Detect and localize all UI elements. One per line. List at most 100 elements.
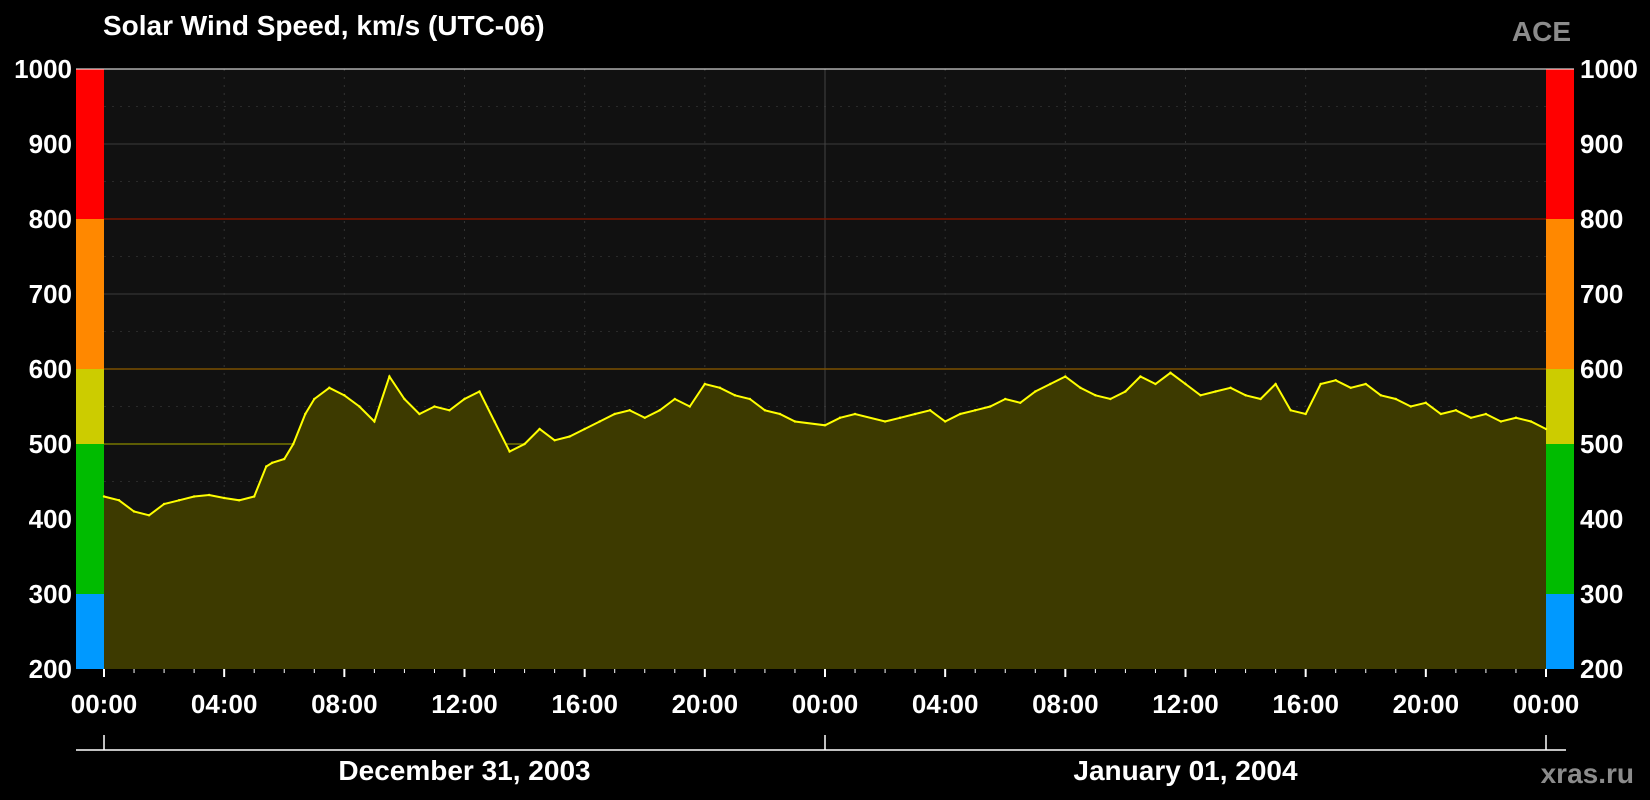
x-tick-label: 12:00 bbox=[1152, 689, 1219, 719]
data-point bbox=[177, 499, 181, 502]
data-point bbox=[1484, 412, 1488, 416]
y-tick-label-right: 600 bbox=[1580, 354, 1623, 384]
data-point bbox=[763, 409, 767, 412]
data-point bbox=[1334, 379, 1337, 382]
data-point bbox=[898, 416, 902, 419]
y-tick-label-left: 500 bbox=[29, 429, 72, 459]
data-point bbox=[1109, 397, 1112, 401]
data-point bbox=[102, 495, 106, 498]
data-point bbox=[688, 405, 692, 408]
level-band-normal-left bbox=[76, 444, 104, 594]
data-point bbox=[974, 409, 977, 412]
level-band-elevated-right bbox=[1546, 369, 1574, 444]
data-point bbox=[553, 439, 556, 442]
level-band-extreme-right bbox=[1546, 69, 1574, 219]
data-point bbox=[358, 405, 361, 408]
level-band-low-left bbox=[76, 594, 104, 669]
data-point bbox=[1184, 382, 1187, 386]
y-tick-label-right: 800 bbox=[1580, 204, 1623, 234]
data-point bbox=[1319, 382, 1322, 386]
date-label: December 31, 2003 bbox=[338, 755, 590, 786]
data-point bbox=[1469, 416, 1473, 419]
data-point bbox=[1499, 420, 1503, 423]
y-tick-label-right: 200 bbox=[1580, 654, 1623, 684]
data-point bbox=[1124, 390, 1127, 393]
data-point bbox=[147, 514, 151, 517]
data-point bbox=[1439, 412, 1443, 416]
data-point bbox=[1169, 371, 1172, 374]
data-point bbox=[733, 394, 737, 397]
data-point bbox=[388, 375, 391, 378]
data-point bbox=[1139, 375, 1142, 378]
y-tick-label-left: 1000 bbox=[14, 54, 72, 84]
data-point bbox=[568, 435, 571, 438]
data-point bbox=[793, 420, 797, 423]
data-point bbox=[1544, 427, 1548, 431]
data-point bbox=[628, 409, 631, 412]
data-point bbox=[748, 397, 752, 401]
data-point bbox=[237, 499, 241, 502]
data-point bbox=[207, 493, 211, 497]
data-point bbox=[1424, 401, 1428, 404]
data-point bbox=[1019, 401, 1022, 404]
data-point bbox=[433, 405, 436, 408]
y-tick-label-right: 400 bbox=[1580, 504, 1623, 534]
x-tick-label: 08:00 bbox=[1032, 689, 1099, 719]
data-point bbox=[928, 409, 932, 412]
x-tick-label: 00:00 bbox=[1513, 689, 1580, 719]
chart-root: Solar Wind Speed, km/s (UTC-06) ACE 200 2… bbox=[0, 0, 1650, 800]
data-point bbox=[1349, 386, 1352, 389]
data-point bbox=[643, 416, 646, 419]
y-tick-label-left: 800 bbox=[29, 204, 72, 234]
y-tick-label-left: 200 bbox=[29, 654, 72, 684]
data-point bbox=[508, 450, 511, 453]
data-point bbox=[1214, 390, 1217, 393]
data-point bbox=[1199, 394, 1202, 397]
data-point bbox=[823, 424, 827, 427]
y-tick-label-right: 900 bbox=[1580, 129, 1623, 159]
data-point bbox=[1304, 412, 1307, 416]
data-point bbox=[1064, 375, 1067, 378]
y-tick-label-left: 900 bbox=[29, 129, 72, 159]
data-point bbox=[265, 465, 268, 468]
data-point bbox=[448, 409, 451, 412]
y-tick-label-right: 500 bbox=[1580, 429, 1623, 459]
data-point bbox=[192, 495, 196, 498]
date-label: January 01, 2004 bbox=[1073, 755, 1298, 786]
data-point bbox=[478, 390, 481, 393]
data-point bbox=[463, 397, 466, 401]
data-point bbox=[253, 495, 256, 498]
y-tick-label-right: 300 bbox=[1580, 579, 1623, 609]
level-band-elevated-left bbox=[76, 369, 104, 444]
level-band-extreme-left bbox=[76, 69, 104, 219]
data-point bbox=[1409, 405, 1413, 408]
data-point bbox=[1004, 397, 1007, 401]
data-point bbox=[853, 412, 857, 416]
data-point bbox=[403, 397, 406, 401]
credit-label: xras.ru bbox=[1540, 758, 1634, 789]
data-point bbox=[1394, 397, 1397, 401]
data-point bbox=[1229, 386, 1232, 389]
data-point bbox=[658, 409, 661, 412]
x-tick-label: 16:00 bbox=[1272, 689, 1339, 719]
data-point bbox=[1079, 386, 1082, 389]
data-point bbox=[328, 386, 331, 389]
level-band-normal-right bbox=[1546, 444, 1574, 594]
level-band-high-right bbox=[1546, 219, 1574, 369]
x-tick-label: 20:00 bbox=[1393, 689, 1460, 719]
level-band-low-right bbox=[1546, 594, 1574, 669]
data-point bbox=[673, 397, 676, 401]
data-point bbox=[958, 412, 962, 416]
data-point bbox=[989, 405, 992, 408]
y-tick-label-left: 300 bbox=[29, 579, 72, 609]
x-tick-label: 08:00 bbox=[311, 689, 378, 719]
data-point bbox=[283, 457, 286, 461]
data-point bbox=[913, 412, 917, 416]
data-point bbox=[313, 397, 316, 401]
data-point bbox=[523, 442, 526, 446]
x-tick-label: 04:00 bbox=[191, 689, 258, 719]
data-point bbox=[718, 386, 722, 389]
data-point bbox=[613, 412, 616, 416]
x-tick-label: 00:00 bbox=[71, 689, 138, 719]
data-point bbox=[271, 461, 274, 464]
